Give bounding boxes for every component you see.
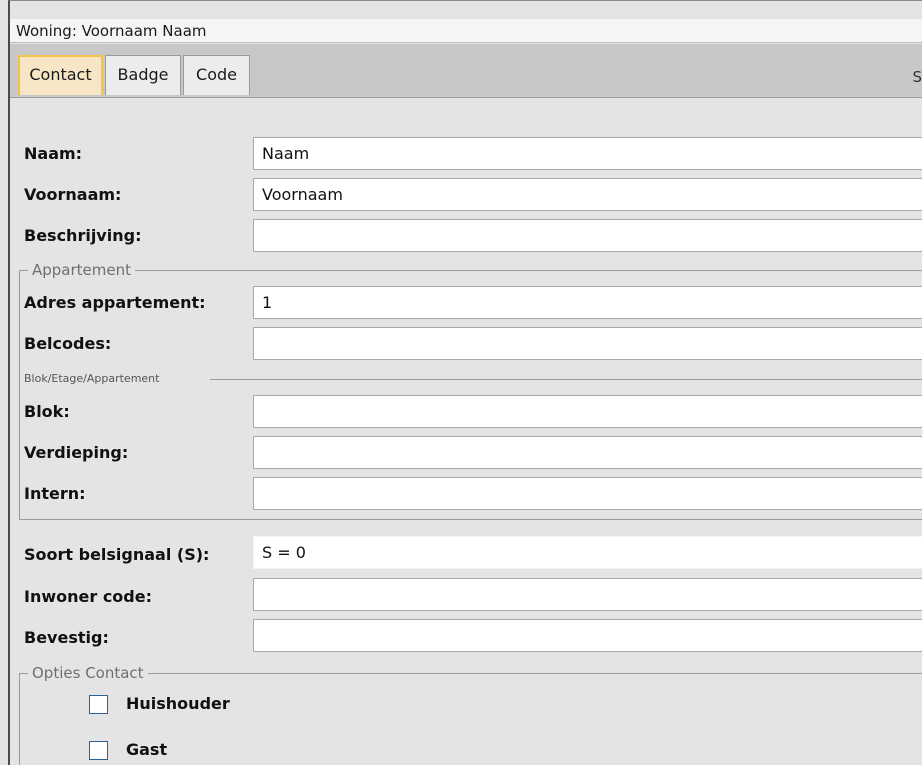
intern-input[interactable] — [253, 477, 922, 510]
adres-appartement-input[interactable] — [253, 286, 922, 319]
bevestig-label: Bevestig: — [24, 628, 109, 647]
beschrijving-input[interactable] — [253, 219, 922, 252]
tab-code[interactable]: Code — [183, 55, 250, 95]
appartement-group-top-line — [20, 270, 922, 271]
blok-input[interactable] — [253, 395, 922, 428]
blok-etage-group-title: Blok/Etage/Appartement — [20, 372, 164, 385]
soort-belsignaal-label: Soort belsignaal (S): — [24, 545, 210, 564]
opties-group-left-line — [19, 673, 20, 765]
adres-appartement-label: Adres appartement: — [24, 293, 206, 312]
gast-checkbox[interactable] — [89, 741, 108, 760]
verdieping-input[interactable] — [253, 436, 922, 469]
bevestig-input[interactable] — [253, 619, 922, 652]
opties-group-title: Opties Contact — [28, 664, 148, 682]
appartement-group-left-line — [19, 270, 20, 520]
tab-contact[interactable]: Contact — [18, 55, 103, 95]
opties-group-top-line — [20, 673, 922, 674]
appartement-group-title: Appartement — [28, 261, 136, 279]
intern-label: Intern: — [24, 484, 86, 503]
blok-etage-group-line — [210, 379, 922, 380]
naam-input[interactable] — [253, 137, 922, 170]
beschrijving-label: Beschrijving: — [24, 226, 142, 245]
inwoner-code-input[interactable] — [253, 578, 922, 611]
blok-label: Blok: — [24, 402, 70, 421]
huishouder-label: Huishouder — [126, 694, 230, 713]
voornaam-input[interactable] — [253, 178, 922, 211]
window-title: Woning: Voornaam Naam — [10, 19, 922, 43]
inwoner-code-label: Inwoner code: — [24, 587, 152, 606]
gast-label: Gast — [126, 740, 168, 759]
tab-bar-extra-text: S — [912, 68, 922, 86]
tab-bar: Contact Badge Code S — [10, 44, 922, 98]
soort-belsignaal-field[interactable] — [253, 536, 922, 569]
appartement-group-bottom-line — [20, 519, 922, 520]
tab-badge[interactable]: Badge — [105, 55, 181, 95]
belcodes-label: Belcodes: — [24, 334, 112, 353]
verdieping-label: Verdieping: — [24, 443, 129, 462]
huishouder-checkbox[interactable] — [89, 695, 108, 714]
voornaam-label: Voornaam: — [24, 185, 122, 204]
naam-label: Naam: — [24, 144, 83, 163]
belcodes-input[interactable] — [253, 327, 922, 360]
